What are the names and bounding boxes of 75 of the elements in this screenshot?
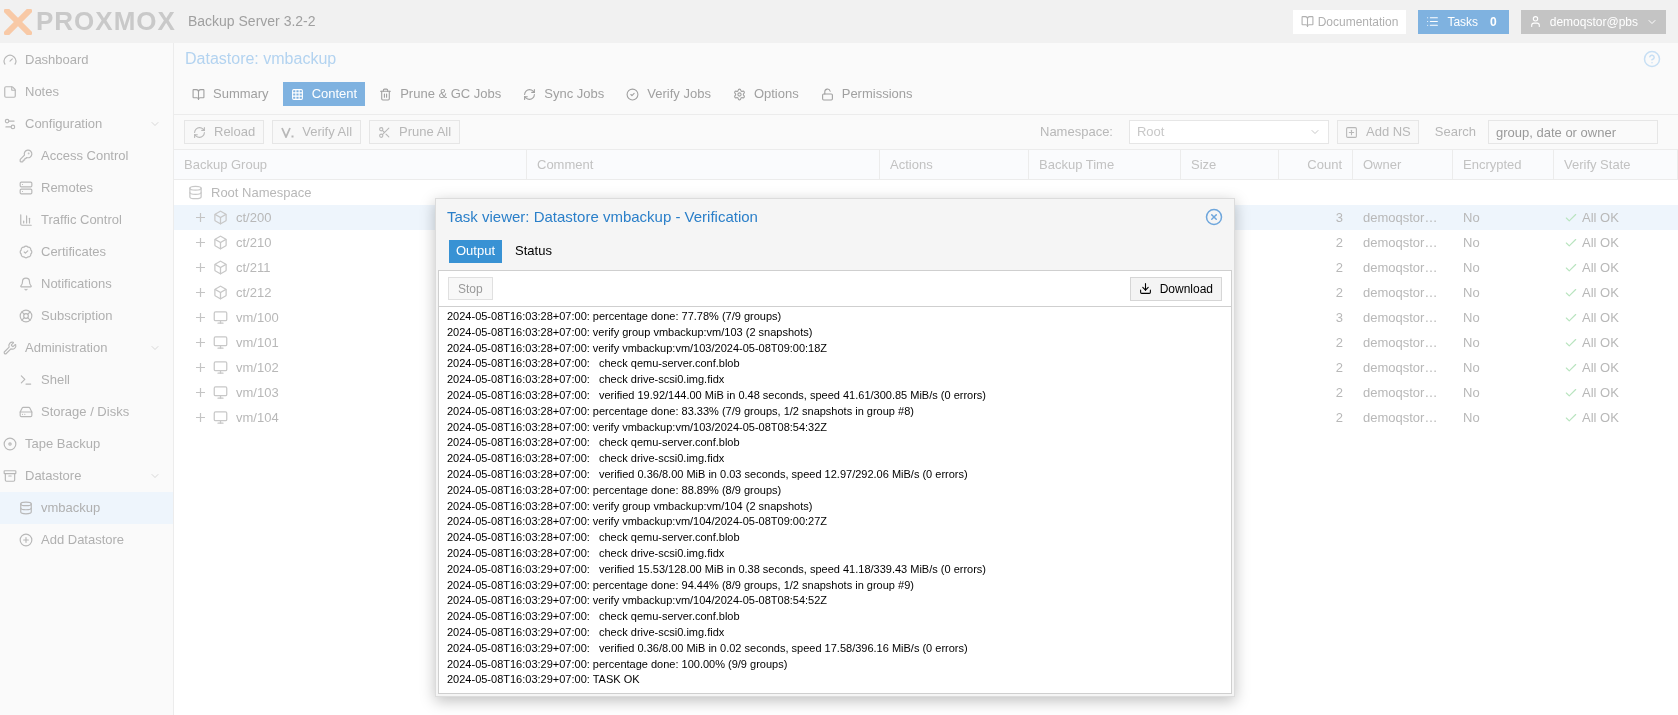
log-line: 2024-05-08T16:03:28+07:00: verify vmbackup:vm/104/2024-05-08T09:00:27Z: [447, 514, 829, 530]
table-cell-text: demoqstor…: [1362, 208, 1439, 227]
log-line: 2024-05-08T16:03:29+07:00: check drive-scsi0.img.fidx: [447, 624, 726, 640]
log-line: 2024-05-08T16:03:28+07:00: percentage done: 83.33% (7/9 groups, 1/2 snapshots in group #8): [447, 403, 915, 419]
log-line: 2024-05-08T16:03:28+07:00: check drive-scsi0.img.fidx: [447, 451, 726, 467]
table-cell-text: 2: [1334, 333, 1344, 352]
log-line: 2024-05-08T16:03:28+07:00: verified 0.36/8.00 MiB in 0.03 seconds, speed 12.97/292.06 MiB/s (0 errors): [447, 466, 969, 482]
table-cell-text: vm/100: [236, 308, 279, 327]
table-cell-text: ct/210: [236, 233, 272, 252]
log-line: 2024-05-08T16:03:29+07:00: verify vmbackup:vm/104/2024-05-08T08:54:52Z: [447, 593, 829, 609]
log-line: 2024-05-08T16:03:28+07:00: check qemu-server.conf.blob: [447, 530, 741, 546]
table-cell-text: 2: [1334, 283, 1344, 302]
table-cell-text: No: [1462, 358, 1481, 377]
table-cell-text: No: [1462, 283, 1481, 302]
table-cell-text: demoqstor…: [1362, 383, 1439, 402]
table-cell-text: 2: [1334, 258, 1344, 277]
log-line: 2024-05-08T16:03:29+07:00: verified 0.36/8.00 MiB in 0.02 seconds, speed 17.58/396.16 MiB/s (0 errors): [447, 640, 969, 656]
product-version: Backup Server 3.2-2: [187, 12, 316, 31]
namespace-label: Namespace:: [1040, 123, 1113, 142]
table-cell-text: demoqstor…: [1362, 333, 1439, 352]
table-cell-text: 2: [1334, 233, 1344, 252]
log-line: 2024-05-08T16:03:28+07:00: check qemu-server.conf.blob: [447, 435, 741, 451]
table-cell-text: All OK: [1582, 233, 1619, 252]
table-cell-text: 2: [1334, 408, 1344, 427]
tasks-count: 0: [1489, 13, 1498, 31]
log-line: 2024-05-08T16:03:29+07:00: percentage done: 100.00% (9/9 groups): [447, 656, 789, 672]
table-cell-text: No: [1462, 233, 1481, 252]
table-cell-text: demoqstor…: [1362, 358, 1439, 377]
table-cell-text: No: [1462, 258, 1481, 277]
log-line: 2024-05-08T16:03:28+07:00: percentage done: 88.89% (8/9 groups): [447, 482, 783, 498]
table-cell-text: vm/103: [236, 383, 279, 402]
table-cell-text: ct/200: [236, 208, 272, 227]
log-line: 2024-05-08T16:03:28+07:00: verify vmbackup:vm/103/2024-05-08T08:54:32Z: [447, 419, 829, 435]
dialog-title: Task viewer: Datastore vmbackup - Verification: [447, 206, 758, 227]
table-cell-text: No: [1462, 383, 1481, 402]
table-cell-text: All OK: [1582, 308, 1619, 327]
log-line: 2024-05-08T16:03:29+07:00: percentage done: 94.44% (8/9 groups, 1/2 snapshots in group #9): [447, 577, 915, 593]
table-cell-text: vm/101: [236, 333, 279, 352]
table-cell-text: ct/212: [236, 283, 272, 302]
table-cell-text: No: [1462, 208, 1481, 227]
log-line: 2024-05-08T16:03:28+07:00: verify vmbackup:vm/103/2024-05-08T09:00:18Z: [447, 340, 829, 356]
log-line: 2024-05-08T16:03:28+07:00: check drive-scsi0.img.fidx: [447, 545, 726, 561]
log-line: 2024-05-08T16:03:29+07:00: verified 15.53/128.00 MiB in 0.38 seconds, speed 41.18/339.43 MiB/s (0 errors): [447, 561, 988, 577]
table-cell-text: demoqstor…: [1362, 258, 1439, 277]
table-cell-text: demoqstor…: [1362, 283, 1439, 302]
table-cell-text: All OK: [1582, 333, 1619, 352]
table-cell-text: 2: [1334, 383, 1344, 402]
table-cell-text: No: [1462, 333, 1481, 352]
log-line: 2024-05-08T16:03:28+07:00: verify group vmbackup:vm/103 (2 snapshots): [447, 324, 814, 340]
table-cell-text: No: [1462, 308, 1481, 327]
log-line: 2024-05-08T16:03:29+07:00: TASK OK: [447, 672, 641, 688]
table-cell-text: demoqstor…: [1362, 308, 1439, 327]
log-line: 2024-05-08T16:03:29+07:00: check qemu-server.conf.blob: [447, 609, 741, 625]
table-cell-text: 3: [1334, 208, 1344, 227]
table-cell-text: vm/104: [236, 408, 279, 427]
table-cell-text: No: [1462, 408, 1481, 427]
log-line: 2024-05-08T16:03:28+07:00: check qemu-server.conf.blob: [447, 356, 741, 372]
search-label: Search: [1434, 123, 1476, 142]
log-line: 2024-05-08T16:03:28+07:00: percentage done: 77.78% (7/9 groups): [447, 309, 783, 324]
log-line: 2024-05-08T16:03:28+07:00: verify group vmbackup:vm/104 (2 snapshots): [447, 498, 814, 514]
table-cell-text: All OK: [1582, 208, 1619, 227]
table-cell-text: All OK: [1582, 283, 1619, 302]
table-cell-text: demoqstor…: [1362, 408, 1439, 427]
table-cell-text: All OK: [1582, 358, 1619, 377]
table-cell-text: All OK: [1582, 383, 1619, 402]
table-cell-text: 2: [1334, 358, 1344, 377]
table-cell-text: demoqstor…: [1362, 233, 1439, 252]
log-line: 2024-05-08T16:03:28+07:00: check drive-scsi0.img.fidx: [447, 372, 726, 388]
log-line: 2024-05-08T16:03:28+07:00: verified 19.92/144.00 MiB in 0.48 seconds, speed 41.61/300.85 MiB/s (0 errors): [447, 388, 988, 403]
table-cell-text: All OK: [1582, 408, 1619, 427]
table-cell-text: ct/211: [236, 258, 271, 277]
panel-title: Datastore: vmbackup: [185, 48, 337, 69]
table-cell-text: 3: [1334, 308, 1344, 327]
table-cell-text: vm/102: [236, 358, 279, 377]
table-cell-text: All OK: [1582, 258, 1619, 277]
